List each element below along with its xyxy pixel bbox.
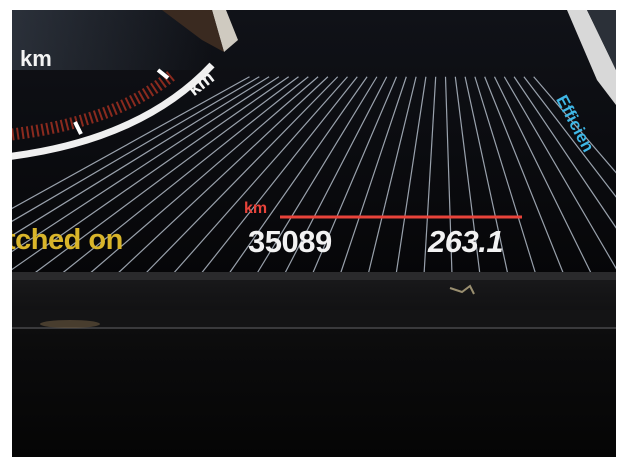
bezel-trim-strip	[12, 310, 616, 328]
dashboard-bezel	[12, 272, 616, 457]
light-reflection	[40, 320, 100, 328]
distance-unit-label: km	[244, 200, 268, 217]
status-message: tched on	[12, 224, 123, 256]
odometer-value: 35089	[248, 224, 332, 259]
bezel-top-edge	[12, 272, 616, 280]
speed-unit-label: km	[20, 46, 52, 71]
dashboard-photo: km km Efficien km tched on 35089 263.1	[12, 10, 616, 457]
trip-value: 263.1	[428, 224, 504, 259]
